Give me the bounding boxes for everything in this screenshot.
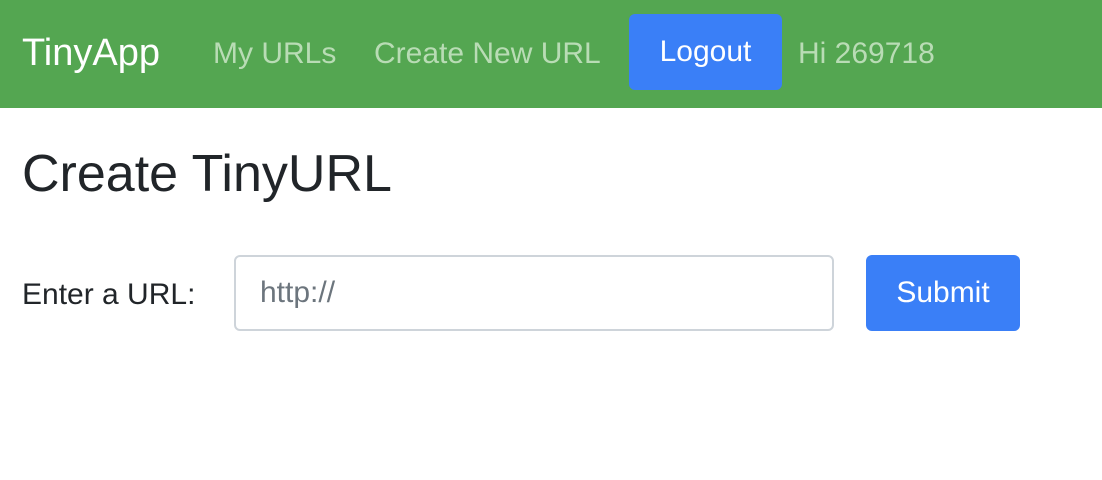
nav-link-create-new-url[interactable]: Create New URL (374, 36, 601, 72)
nav-link-my-urls[interactable]: My URLs (213, 36, 336, 72)
submit-button[interactable]: Submit (866, 255, 1020, 331)
url-input[interactable] (234, 255, 834, 331)
logout-button[interactable]: Logout (629, 14, 782, 90)
url-field-label: Enter a URL: (22, 278, 196, 311)
user-greeting: Hi 269718 (798, 37, 935, 70)
brand-link[interactable]: TinyApp (22, 30, 160, 76)
navbar: TinyApp My URLs Create New URL Logout Hi… (0, 0, 1102, 108)
page-title: Create TinyURL (22, 145, 392, 203)
